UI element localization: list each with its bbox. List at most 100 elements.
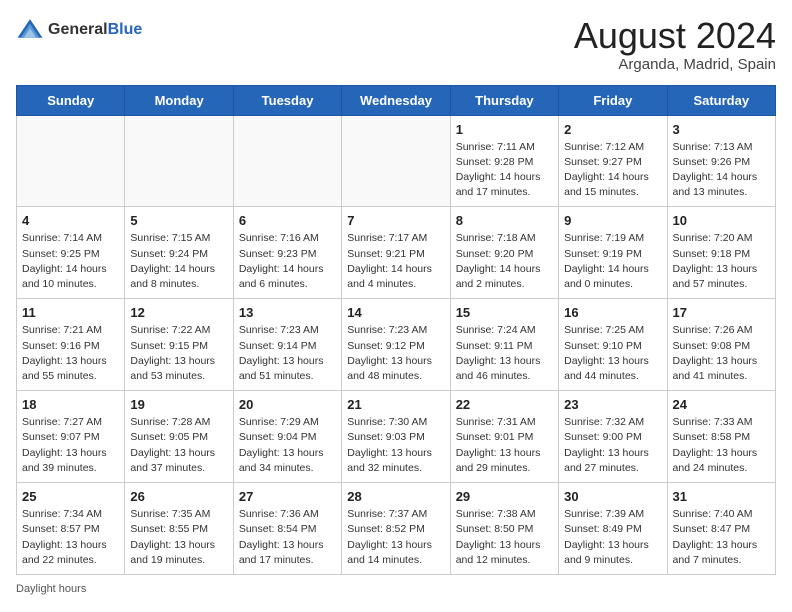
calendar-cell: 31Sunrise: 7:40 AM Sunset: 8:47 PM Dayli… <box>667 483 775 575</box>
calendar-cell: 19 Sunrise: 7:28 AM Sunset: 9:05 PM Dayli… <box>125 391 233 483</box>
day-number: 21 <box>347 397 444 412</box>
calendar-cell: 11 Sunrise: 7:21 AM Sunset: 9:16 PM Dayli… <box>17 299 125 391</box>
footer-note: Daylight hours <box>16 583 776 595</box>
calendar-cell: 27 Sunrise: 7:36 AM Sunset: 8:54 PM Dayli… <box>233 483 341 575</box>
day-number: 17 <box>673 305 770 320</box>
day-info: Sunrise: 7:18 AM Sunset: 9:20 PM Dayligh… <box>456 231 553 292</box>
day-number: 6 <box>239 213 336 228</box>
day-number: 12 <box>130 305 227 320</box>
day-number: 16 <box>564 305 661 320</box>
calendar-cell: 20 Sunrise: 7:29 AM Sunset: 9:04 PM Dayli… <box>233 391 341 483</box>
day-info: Sunrise: 7:36 AM Sunset: 8:54 PM Dayligh… <box>239 507 336 568</box>
day-info: Sunrise: 7:23 AM Sunset: 9:14 PM Dayligh… <box>239 323 336 384</box>
logo-blue: Blue <box>108 21 143 38</box>
calendar-week-3: 11 Sunrise: 7:21 AM Sunset: 9:16 PM Dayli… <box>17 299 776 391</box>
calendar-cell: 18 Sunrise: 7:27 AM Sunset: 9:07 PM Dayli… <box>17 391 125 483</box>
day-info: Sunrise: 7:29 AM Sunset: 9:04 PM Dayligh… <box>239 415 336 476</box>
day-number: 28 <box>347 489 444 504</box>
day-number: 7 <box>347 213 444 228</box>
day-number: 14 <box>347 305 444 320</box>
day-info: Sunrise: 7:23 AM Sunset: 9:12 PM Dayligh… <box>347 323 444 384</box>
calendar-cell: 14 Sunrise: 7:23 AM Sunset: 9:12 PM Dayli… <box>342 299 450 391</box>
page: GeneralBlue August 2024 Arganda, Madrid,… <box>0 0 792 611</box>
calendar-cell: 13 Sunrise: 7:23 AM Sunset: 9:14 PM Dayli… <box>233 299 341 391</box>
header: GeneralBlue August 2024 Arganda, Madrid,… <box>16 16 776 73</box>
day-number: 13 <box>239 305 336 320</box>
day-info: Sunrise: 7:39 AM Sunset: 8:49 PM Dayligh… <box>564 507 661 568</box>
calendar-table: SundayMondayTuesdayWednesdayThursdayFrid… <box>16 85 776 575</box>
title-block: August 2024 Arganda, Madrid, Spain <box>574 16 776 73</box>
col-header-saturday: Saturday <box>667 85 775 115</box>
day-number: 1 <box>456 122 553 137</box>
calendar-cell: 12 Sunrise: 7:22 AM Sunset: 9:15 PM Dayli… <box>125 299 233 391</box>
calendar-cell: 2 Sunrise: 7:12 AM Sunset: 9:27 PM Daylig… <box>559 115 667 207</box>
day-info: Sunrise: 7:16 AM Sunset: 9:23 PM Dayligh… <box>239 231 336 292</box>
calendar-week-2: 4Sunrise: 7:14 AM Sunset: 9:25 PM Daylig… <box>17 207 776 299</box>
day-info: Sunrise: 7:34 AM Sunset: 8:57 PM Dayligh… <box>22 507 119 568</box>
day-info: Sunrise: 7:37 AM Sunset: 8:52 PM Dayligh… <box>347 507 444 568</box>
calendar-cell: 22 Sunrise: 7:31 AM Sunset: 9:01 PM Dayli… <box>450 391 558 483</box>
day-number: 8 <box>456 213 553 228</box>
col-header-friday: Friday <box>559 85 667 115</box>
day-number: 11 <box>22 305 119 320</box>
calendar-cell: 8 Sunrise: 7:18 AM Sunset: 9:20 PM Daylig… <box>450 207 558 299</box>
calendar-week-5: 25Sunrise: 7:34 AM Sunset: 8:57 PM Dayli… <box>17 483 776 575</box>
day-info: Sunrise: 7:33 AM Sunset: 8:58 PM Dayligh… <box>673 415 770 476</box>
day-number: 10 <box>673 213 770 228</box>
day-number: 30 <box>564 489 661 504</box>
calendar-cell: 1Sunrise: 7:11 AM Sunset: 9:28 PM Daylig… <box>450 115 558 207</box>
day-info: Sunrise: 7:28 AM Sunset: 9:05 PM Dayligh… <box>130 415 227 476</box>
day-number: 15 <box>456 305 553 320</box>
day-info: Sunrise: 7:30 AM Sunset: 9:03 PM Dayligh… <box>347 415 444 476</box>
day-info: Sunrise: 7:35 AM Sunset: 8:55 PM Dayligh… <box>130 507 227 568</box>
calendar-cell: 28 Sunrise: 7:37 AM Sunset: 8:52 PM Dayli… <box>342 483 450 575</box>
day-number: 2 <box>564 122 661 137</box>
calendar-subtitle: Arganda, Madrid, Spain <box>574 56 776 73</box>
logo-general: General <box>48 21 108 38</box>
calendar-cell: 21 Sunrise: 7:30 AM Sunset: 9:03 PM Dayli… <box>342 391 450 483</box>
day-info: Sunrise: 7:12 AM Sunset: 9:27 PM Dayligh… <box>564 140 661 201</box>
calendar-cell: 6 Sunrise: 7:16 AM Sunset: 9:23 PM Daylig… <box>233 207 341 299</box>
day-number: 20 <box>239 397 336 412</box>
calendar-cell: 4Sunrise: 7:14 AM Sunset: 9:25 PM Daylig… <box>17 207 125 299</box>
col-header-sunday: Sunday <box>17 85 125 115</box>
calendar-cell: 29 Sunrise: 7:38 AM Sunset: 8:50 PM Dayli… <box>450 483 558 575</box>
calendar-header-row: SundayMondayTuesdayWednesdayThursdayFrid… <box>17 85 776 115</box>
col-header-tuesday: Tuesday <box>233 85 341 115</box>
day-number: 27 <box>239 489 336 504</box>
logo-text: GeneralBlue <box>48 21 142 39</box>
day-number: 29 <box>456 489 553 504</box>
calendar-cell: 16 Sunrise: 7:25 AM Sunset: 9:10 PM Dayli… <box>559 299 667 391</box>
day-info: Sunrise: 7:15 AM Sunset: 9:24 PM Dayligh… <box>130 231 227 292</box>
day-info: Sunrise: 7:32 AM Sunset: 9:00 PM Dayligh… <box>564 415 661 476</box>
day-info: Sunrise: 7:27 AM Sunset: 9:07 PM Dayligh… <box>22 415 119 476</box>
day-number: 19 <box>130 397 227 412</box>
calendar-cell: 24Sunrise: 7:33 AM Sunset: 8:58 PM Dayli… <box>667 391 775 483</box>
calendar-cell: 15Sunrise: 7:24 AM Sunset: 9:11 PM Dayli… <box>450 299 558 391</box>
col-header-monday: Monday <box>125 85 233 115</box>
calendar-week-4: 18 Sunrise: 7:27 AM Sunset: 9:07 PM Dayli… <box>17 391 776 483</box>
day-info: Sunrise: 7:40 AM Sunset: 8:47 PM Dayligh… <box>673 507 770 568</box>
day-info: Sunrise: 7:31 AM Sunset: 9:01 PM Dayligh… <box>456 415 553 476</box>
day-info: Sunrise: 7:26 AM Sunset: 9:08 PM Dayligh… <box>673 323 770 384</box>
col-header-thursday: Thursday <box>450 85 558 115</box>
day-number: 3 <box>673 122 770 137</box>
day-info: Sunrise: 7:22 AM Sunset: 9:15 PM Dayligh… <box>130 323 227 384</box>
day-number: 23 <box>564 397 661 412</box>
day-info: Sunrise: 7:20 AM Sunset: 9:18 PM Dayligh… <box>673 231 770 292</box>
day-number: 26 <box>130 489 227 504</box>
calendar-cell <box>125 115 233 207</box>
calendar-cell: 7 Sunrise: 7:17 AM Sunset: 9:21 PM Daylig… <box>342 207 450 299</box>
day-info: Sunrise: 7:21 AM Sunset: 9:16 PM Dayligh… <box>22 323 119 384</box>
calendar-cell: 25Sunrise: 7:34 AM Sunset: 8:57 PM Dayli… <box>17 483 125 575</box>
day-info: Sunrise: 7:25 AM Sunset: 9:10 PM Dayligh… <box>564 323 661 384</box>
day-number: 22 <box>456 397 553 412</box>
day-number: 18 <box>22 397 119 412</box>
calendar-cell <box>233 115 341 207</box>
day-info: Sunrise: 7:14 AM Sunset: 9:25 PM Dayligh… <box>22 231 119 292</box>
day-info: Sunrise: 7:17 AM Sunset: 9:21 PM Dayligh… <box>347 231 444 292</box>
calendar-title: August 2024 <box>574 16 776 56</box>
day-info: Sunrise: 7:38 AM Sunset: 8:50 PM Dayligh… <box>456 507 553 568</box>
calendar-cell: 30 Sunrise: 7:39 AM Sunset: 8:49 PM Dayli… <box>559 483 667 575</box>
calendar-week-1: 1Sunrise: 7:11 AM Sunset: 9:28 PM Daylig… <box>17 115 776 207</box>
